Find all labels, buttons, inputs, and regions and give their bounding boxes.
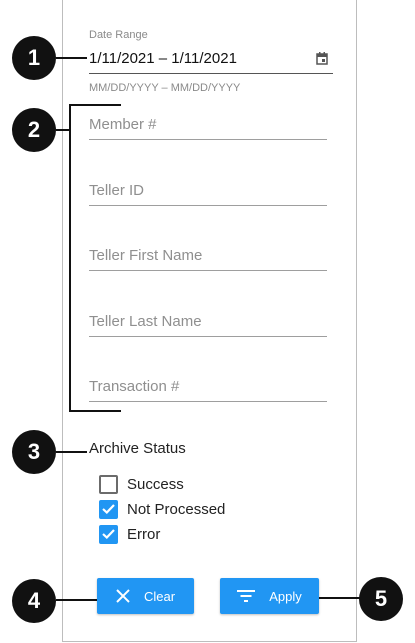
filter-icon: [237, 590, 256, 602]
archive-status-title: Archive Status: [89, 440, 186, 457]
checkbox-not-processed-label: Not Processed: [127, 500, 226, 518]
callout-2-line: [56, 129, 70, 131]
teller-first-name-field[interactable]: Teller First Name: [89, 241, 327, 271]
callout-2: 2: [12, 108, 56, 152]
close-icon: [116, 589, 130, 603]
teller-id-placeholder: Teller ID: [89, 182, 145, 199]
checkbox-unchecked-icon[interactable]: [99, 474, 118, 494]
date-range-label: Date Range: [89, 29, 148, 41]
member-number-placeholder: Member #: [89, 116, 157, 133]
callout-1-line: [56, 57, 87, 59]
teller-first-name-placeholder: Teller First Name: [89, 247, 203, 264]
check-icon[interactable]: [99, 524, 118, 544]
callout-1: 1: [12, 36, 56, 80]
clear-button-label: Clear: [143, 588, 176, 604]
teller-last-name-placeholder: Teller Last Name: [89, 313, 202, 330]
transaction-number-placeholder: Transaction #: [89, 378, 180, 395]
callout-4-line: [56, 599, 97, 601]
callout-2-bracket-top: [69, 104, 121, 106]
apply-button[interactable]: Apply: [220, 578, 319, 614]
date-range-underline: [89, 73, 333, 74]
calendar-icon[interactable]: [316, 52, 328, 65]
transaction-number-field[interactable]: Transaction #: [89, 372, 327, 402]
checkbox-error-label: Error: [127, 525, 161, 543]
checkbox-not-processed[interactable]: Not Processed: [99, 499, 225, 519]
clear-button[interactable]: Clear: [97, 578, 194, 614]
callout-5: 5: [359, 577, 403, 621]
callout-4: 4: [12, 579, 56, 623]
member-number-field[interactable]: Member #: [89, 110, 327, 140]
checkbox-error[interactable]: Error: [99, 524, 160, 544]
teller-last-name-field[interactable]: Teller Last Name: [89, 307, 327, 337]
callout-3: 3: [12, 430, 56, 474]
callout-2-bracket-bottom: [69, 410, 121, 412]
apply-button-label: Apply: [269, 588, 302, 604]
callout-2-bracket: [69, 104, 71, 412]
teller-id-field[interactable]: Teller ID: [89, 176, 327, 206]
date-range-input[interactable]: 1/11/2021 – 1/11/2021: [89, 50, 237, 67]
checkbox-success-label: Success: [127, 475, 184, 493]
callout-3-line: [56, 451, 87, 453]
date-range-hint: MM/DD/YYYY – MM/DD/YYYY: [89, 82, 241, 94]
checkbox-success[interactable]: Success: [99, 474, 184, 494]
check-icon[interactable]: [99, 499, 118, 519]
callout-5-line: [319, 597, 360, 599]
